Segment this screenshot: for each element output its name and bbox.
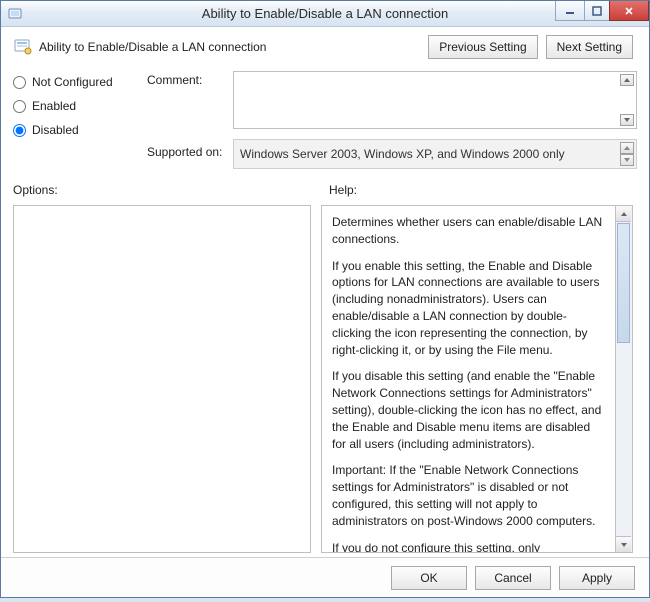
radio-enabled-input[interactable] [13, 100, 26, 113]
state-radio-group: Not Configured Enabled Disabled [13, 71, 133, 169]
policy-icon [13, 37, 33, 57]
help-scrollbar[interactable] [616, 205, 633, 553]
apply-button[interactable]: Apply [559, 566, 635, 590]
pane-headers: Options: Help: [13, 183, 637, 197]
scrollbar-up-icon[interactable] [616, 206, 631, 222]
radio-disabled-input[interactable] [13, 124, 26, 137]
supported-scroll-up-icon[interactable] [620, 142, 634, 154]
radio-not-configured[interactable]: Not Configured [13, 75, 133, 89]
radio-not-configured-label: Not Configured [32, 75, 113, 89]
help-paragraph: If you enable this setting, the Enable a… [332, 258, 605, 359]
supported-label: Supported on: [147, 139, 225, 169]
comment-value [234, 68, 242, 90]
footer: OK Cancel Apply [1, 557, 649, 597]
comment-scroll-up-icon[interactable] [620, 74, 634, 86]
window-title: Ability to Enable/Disable a LAN connecti… [202, 6, 448, 21]
help-paragraph: If you do not configure this setting, on… [332, 540, 605, 553]
options-pane[interactable] [13, 205, 311, 553]
scrollbar-thumb[interactable] [617, 223, 630, 343]
config-row: Not Configured Enabled Disabled Comment: [13, 71, 637, 169]
help-label: Help: [329, 183, 357, 197]
panes-row: Determines whether users can enable/disa… [13, 205, 637, 553]
comment-scroll-down-icon[interactable] [620, 114, 634, 126]
supported-on-box: Windows Server 2003, Windows XP, and Win… [233, 139, 637, 169]
help-paragraph: If you disable this setting (and enable … [332, 368, 605, 452]
next-setting-button[interactable]: Next Setting [546, 35, 633, 59]
comment-textarea[interactable] [233, 71, 637, 129]
help-pane[interactable]: Determines whether users can enable/disa… [321, 205, 616, 553]
options-label: Options: [13, 183, 315, 197]
dialog-window: Ability to Enable/Disable a LAN connecti… [0, 0, 650, 598]
radio-disabled-label: Disabled [32, 123, 79, 137]
ok-button[interactable]: OK [391, 566, 467, 590]
scrollbar-down-icon[interactable] [616, 536, 631, 552]
header-row: Ability to Enable/Disable a LAN connecti… [13, 35, 637, 59]
minimize-button[interactable] [555, 1, 585, 21]
dialog-body: Ability to Enable/Disable a LAN connecti… [1, 27, 649, 557]
maximize-button[interactable] [584, 1, 610, 21]
help-paragraph: Important: If the "Enable Network Connec… [332, 462, 605, 529]
supported-on-value: Windows Server 2003, Windows XP, and Win… [240, 147, 565, 161]
app-icon [7, 6, 23, 22]
radio-enabled-label: Enabled [32, 99, 76, 113]
help-paragraph: Determines whether users can enable/disa… [332, 214, 605, 248]
radio-not-configured-input[interactable] [13, 76, 26, 89]
radio-enabled[interactable]: Enabled [13, 99, 133, 113]
help-pane-container: Determines whether users can enable/disa… [321, 205, 633, 553]
comment-label: Comment: [147, 71, 225, 129]
supported-scroll-down-icon[interactable] [620, 154, 634, 166]
previous-setting-button[interactable]: Previous Setting [428, 35, 537, 59]
close-button[interactable] [609, 1, 649, 21]
window-controls [556, 1, 649, 21]
cancel-button[interactable]: Cancel [475, 566, 551, 590]
titlebar[interactable]: Ability to Enable/Disable a LAN connecti… [1, 1, 649, 27]
policy-title: Ability to Enable/Disable a LAN connecti… [39, 40, 266, 54]
radio-disabled[interactable]: Disabled [13, 123, 133, 137]
